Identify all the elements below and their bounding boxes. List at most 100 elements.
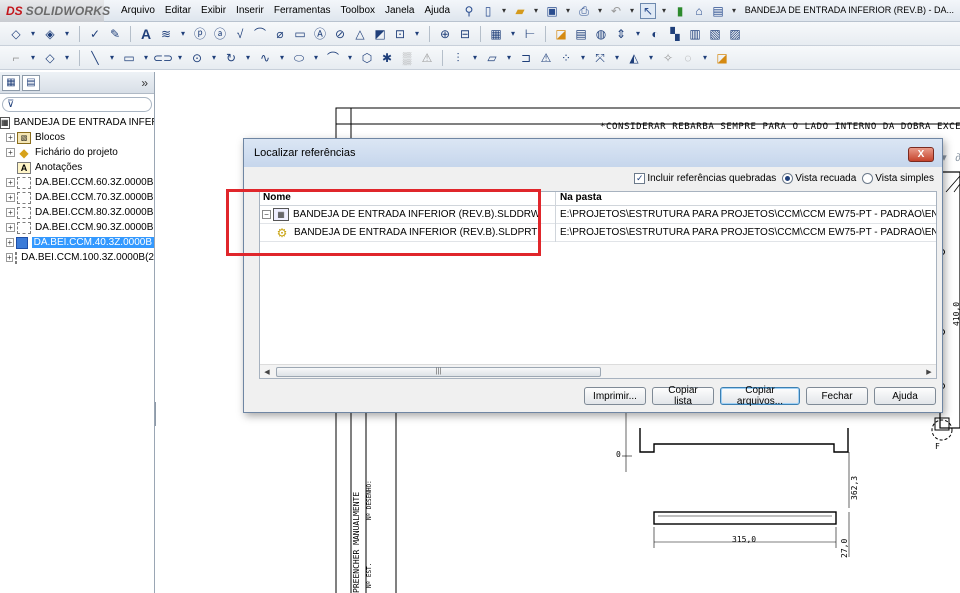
spline-icon[interactable]: ∿ bbox=[257, 50, 273, 66]
hide-show-edges-icon[interactable]: ▚ bbox=[667, 26, 683, 42]
scroll-left-icon[interactable]: ◀ bbox=[260, 368, 274, 376]
line-color-icon[interactable]: ◍ bbox=[593, 26, 609, 42]
surface-finish-icon[interactable]: √ bbox=[232, 26, 248, 42]
help-button[interactable]: Ajuda bbox=[874, 387, 936, 405]
expand-icon[interactable]: + bbox=[6, 148, 15, 157]
revision-symbol-icon[interactable]: △ bbox=[352, 26, 368, 42]
menu-janela[interactable]: Janela bbox=[380, 5, 419, 16]
center-mark-icon[interactable]: ⊕ bbox=[437, 26, 453, 42]
dropdown-arrow-icon[interactable]: ▾ bbox=[504, 50, 514, 66]
layer-properties-icon[interactable]: ◪ bbox=[553, 26, 569, 42]
line-thickness-icon[interactable]: ⇕ bbox=[613, 26, 629, 42]
format-painter-icon[interactable]: ✎ bbox=[107, 26, 123, 42]
rectangle-icon[interactable]: ▭ bbox=[121, 50, 137, 66]
mirror-icon[interactable]: ⫶ bbox=[450, 50, 466, 66]
expand-icon[interactable]: + bbox=[6, 223, 15, 232]
select-pointer-icon[interactable]: ↖ bbox=[640, 2, 657, 19]
dropdown-arrow-icon[interactable]: ▾ bbox=[107, 50, 117, 66]
dropdown-arrow-icon[interactable]: ▾ bbox=[141, 50, 151, 66]
note-icon[interactable]: A bbox=[138, 26, 154, 42]
rapid-sketch-icon[interactable]: ◌ bbox=[680, 50, 696, 66]
pattern-icon[interactable]: ⁘ bbox=[558, 50, 574, 66]
trim-icon[interactable]: ⊐ bbox=[518, 50, 534, 66]
point-icon[interactable]: ✱ bbox=[379, 50, 395, 66]
tree-item-sheet-active[interactable]: + DA.BEI.CCM.40.3Z.0000B bbox=[0, 235, 154, 250]
color-display-icon[interactable]: ◐ bbox=[647, 26, 663, 42]
expand-icon[interactable]: + bbox=[6, 133, 15, 142]
display-relations-icon[interactable]: ⚠ bbox=[419, 50, 435, 66]
repair-sketch-icon[interactable]: ◭ bbox=[626, 50, 642, 66]
area-hatch-icon[interactable]: ◩ bbox=[372, 26, 388, 42]
expand-icon[interactable]: + bbox=[6, 253, 13, 262]
block-icon[interactable]: ⊡ bbox=[392, 26, 408, 42]
datum-target-icon[interactable]: ⊘ bbox=[332, 26, 348, 42]
dropdown-arrow-icon[interactable]: ▾ bbox=[633, 26, 643, 42]
column-header-folder[interactable]: Na pasta bbox=[556, 192, 936, 205]
quick-snaps-icon[interactable]: ✧ bbox=[660, 50, 676, 66]
dropdown-arrow-icon[interactable]: ▾ bbox=[508, 26, 518, 42]
expand-icon[interactable]: + bbox=[6, 178, 15, 187]
copy-list-button[interactable]: Copiar lista bbox=[652, 385, 714, 407]
model-items-icon[interactable]: ◈ bbox=[42, 26, 58, 42]
magnetic-line-icon[interactable]: ⊢ bbox=[522, 26, 538, 42]
polygon-icon[interactable]: ⬡ bbox=[359, 50, 375, 66]
line-icon[interactable]: ╲ bbox=[87, 50, 103, 66]
centerline-icon[interactable]: ⊟ bbox=[457, 26, 473, 42]
expand-icon[interactable]: + bbox=[6, 193, 15, 202]
dropdown-arrow-icon[interactable]: ▾ bbox=[62, 26, 72, 42]
copy-files-button[interactable]: Copiar arquivos... bbox=[720, 385, 800, 407]
checkbox-checked-icon[interactable]: ✓ bbox=[634, 173, 646, 184]
pin-icon[interactable]: ⚲ bbox=[461, 3, 477, 19]
expand-icon[interactable]: + bbox=[6, 238, 14, 247]
slot-icon[interactable]: ⊂⊃ bbox=[153, 50, 173, 66]
auto-balloon-icon[interactable]: ⓐ bbox=[212, 26, 228, 42]
menu-ferramentas[interactable]: Ferramentas bbox=[269, 5, 336, 16]
flat-view-option[interactable]: Vista simples bbox=[862, 173, 934, 184]
print-icon[interactable]: ⎙ bbox=[576, 3, 592, 19]
balloon-icon[interactable]: ⓟ bbox=[192, 26, 208, 42]
instant2d-icon[interactable]: ◪ bbox=[714, 50, 730, 66]
dropdown-arrow-icon[interactable]: ▾ bbox=[175, 50, 185, 66]
move-entities-icon[interactable]: ⤧ bbox=[592, 50, 608, 66]
weld-symbol-icon[interactable]: ⌒ bbox=[252, 26, 268, 42]
dropdown-arrow-icon[interactable]: ▾ bbox=[612, 50, 622, 66]
ellipse-icon[interactable]: ⬭ bbox=[291, 50, 307, 66]
indented-view-option[interactable]: Vista recuada bbox=[782, 173, 856, 184]
table-icon[interactable]: ▦ bbox=[488, 26, 504, 42]
scrollbar-thumb[interactable]: ||| bbox=[276, 366, 601, 377]
offset-icon[interactable]: ▱ bbox=[484, 50, 500, 66]
dropdown-arrow-icon[interactable]: ▾ bbox=[646, 50, 656, 66]
dropdown-arrow-icon[interactable]: ▾ bbox=[178, 26, 188, 42]
tree-filter-input[interactable]: ⊽ bbox=[2, 97, 152, 112]
smart-dimension-icon[interactable]: ◇ bbox=[8, 26, 24, 42]
cosmetic-thread-icon[interactable]: ▨ bbox=[727, 26, 743, 42]
open-folder-icon[interactable]: ▰ bbox=[512, 3, 528, 19]
spell-check-icon[interactable]: ✓ bbox=[87, 26, 103, 42]
close-button[interactable]: Fechar bbox=[806, 387, 868, 405]
expand-panel-icon[interactable]: » bbox=[141, 76, 148, 90]
dropdown-arrow-icon[interactable]: ▾ bbox=[28, 26, 38, 42]
menu-editar[interactable]: Editar bbox=[160, 5, 196, 16]
dropdown-arrow-icon[interactable]: ▾ bbox=[412, 26, 422, 42]
tree-item-design-binder[interactable]: + ◆ Fichário do projeto bbox=[0, 145, 154, 160]
arc-icon[interactable]: ↻ bbox=[223, 50, 239, 66]
menu-ajuda[interactable]: Ajuda bbox=[419, 5, 455, 16]
tree-item-blocks[interactable]: + ▧ Blocos bbox=[0, 130, 154, 145]
circle-icon[interactable]: ⊙ bbox=[189, 50, 205, 66]
property-manager-tab[interactable]: ▤ bbox=[22, 74, 40, 91]
line-style-icon[interactable]: ▧ bbox=[707, 26, 723, 42]
sketch-icon[interactable]: ⌐ bbox=[8, 50, 24, 66]
new-document-icon[interactable]: ▯ bbox=[480, 3, 496, 19]
geometric-tolerance-icon[interactable]: ▭ bbox=[292, 26, 308, 42]
tree-item-annotations[interactable]: A Anotações bbox=[0, 160, 154, 175]
menu-inserir[interactable]: Inserir bbox=[231, 5, 269, 16]
dialog-close-button[interactable]: X bbox=[908, 147, 934, 162]
menu-arquivo[interactable]: Arquivo bbox=[116, 5, 160, 16]
line-format-icon[interactable]: ▥ bbox=[687, 26, 703, 42]
tree-item-sheet[interactable]: + DA.BEI.CCM.100.3Z.0000B(2 bbox=[0, 250, 154, 265]
layer-icon[interactable]: ▤ bbox=[573, 26, 589, 42]
print-button[interactable]: Imprimir... bbox=[584, 387, 646, 405]
tree-item-sheet[interactable]: + DA.BEI.CCM.80.3Z.0000B bbox=[0, 205, 154, 220]
dropdown-arrow-icon[interactable]: ▾ bbox=[311, 50, 321, 66]
datum-feature-icon[interactable]: Ⓐ bbox=[312, 26, 328, 42]
